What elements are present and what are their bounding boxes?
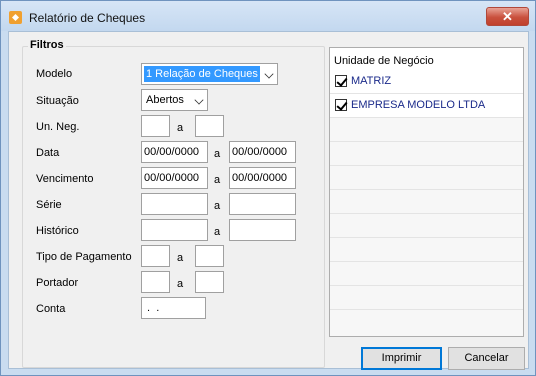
empty-row <box>330 262 523 286</box>
title-bar[interactable]: Relatório de Cheques ✕ <box>1 1 535 31</box>
list-item-label: MATRIZ <box>351 75 392 87</box>
report-window: Relatório de Cheques ✕ Filtros Modelo 1 … <box>0 0 536 376</box>
business-unit-header: Unidade de Negócio <box>334 55 434 67</box>
app-icon <box>9 11 22 24</box>
un-neg-sep: a <box>177 122 184 134</box>
serie-to-input[interactable] <box>229 193 296 215</box>
historico-sep: a <box>214 226 221 238</box>
dialog-body: Filtros Modelo 1 Relação de Cheques Situ… <box>8 31 529 370</box>
list-item[interactable]: MATRIZ <box>330 70 523 94</box>
chevron-down-icon <box>194 95 204 105</box>
serie-label: Série <box>36 199 62 211</box>
data-from-input[interactable]: 00/00/0000 <box>141 141 208 163</box>
tipo-pagamento-label: Tipo de Pagamento <box>36 251 132 263</box>
situacao-value: Abertos <box>146 94 184 106</box>
modelo-label: Modelo <box>36 68 73 80</box>
business-unit-list: Unidade de Negócio MATRIZ EMPRESA MODELO… <box>329 47 524 337</box>
tipo-pagamento-sep: a <box>177 252 184 264</box>
portador-to-input[interactable] <box>195 271 224 293</box>
tipo-pagamento-to-input[interactable] <box>195 245 224 267</box>
filters-legend: Filtros <box>28 39 66 51</box>
data-sep: a <box>214 148 221 160</box>
empty-row <box>330 118 523 142</box>
situacao-label: Situação <box>36 95 79 107</box>
empty-row <box>330 286 523 310</box>
vencimento-to-input[interactable]: 00/00/0000 <box>229 167 296 189</box>
historico-to-input[interactable] <box>229 219 296 241</box>
vencimento-sep: a <box>214 174 221 186</box>
checkbox-checked-icon[interactable] <box>335 75 347 87</box>
filters-group: Filtros Modelo 1 Relação de Cheques Situ… <box>22 39 325 368</box>
cancelar-button[interactable]: Cancelar <box>448 347 525 370</box>
situacao-select[interactable]: Abertos <box>141 89 208 111</box>
historico-from-input[interactable] <box>141 219 208 241</box>
data-to-input[interactable]: 00/00/0000 <box>229 141 296 163</box>
data-label: Data <box>36 147 60 159</box>
list-item-label: EMPRESA MODELO LTDA <box>351 99 486 111</box>
portador-label: Portador <box>36 277 79 289</box>
imprimir-button[interactable]: Imprimir <box>361 347 442 370</box>
modelo-select[interactable]: 1 Relação de Cheques <box>141 63 278 85</box>
vencimento-from-input[interactable]: 00/00/0000 <box>141 167 208 189</box>
un-neg-from-input[interactable] <box>141 115 170 137</box>
un-neg-to-input[interactable] <box>195 115 224 137</box>
tipo-pagamento-from-input[interactable] <box>141 245 170 267</box>
chevron-down-icon <box>264 69 274 79</box>
portador-from-input[interactable] <box>141 271 170 293</box>
empty-row <box>330 238 523 262</box>
empty-row <box>330 142 523 166</box>
close-button[interactable]: ✕ <box>486 7 529 26</box>
conta-input[interactable]: . . <box>141 297 206 319</box>
empty-row <box>330 310 523 336</box>
modelo-value: 1 Relação de Cheques <box>144 66 260 82</box>
empty-row <box>330 214 523 238</box>
conta-label: Conta <box>36 303 66 315</box>
serie-sep: a <box>214 200 221 212</box>
empty-row <box>330 166 523 190</box>
portador-sep: a <box>177 278 184 290</box>
empty-row <box>330 190 523 214</box>
checkbox-checked-icon[interactable] <box>335 99 347 111</box>
vencimento-label: Vencimento <box>36 173 94 185</box>
window-title: Relatório de Cheques <box>29 11 146 25</box>
un-neg-label: Un. Neg. <box>36 121 80 133</box>
serie-from-input[interactable] <box>141 193 208 215</box>
historico-label: Histórico <box>36 225 79 237</box>
list-item[interactable]: EMPRESA MODELO LTDA <box>330 94 523 118</box>
